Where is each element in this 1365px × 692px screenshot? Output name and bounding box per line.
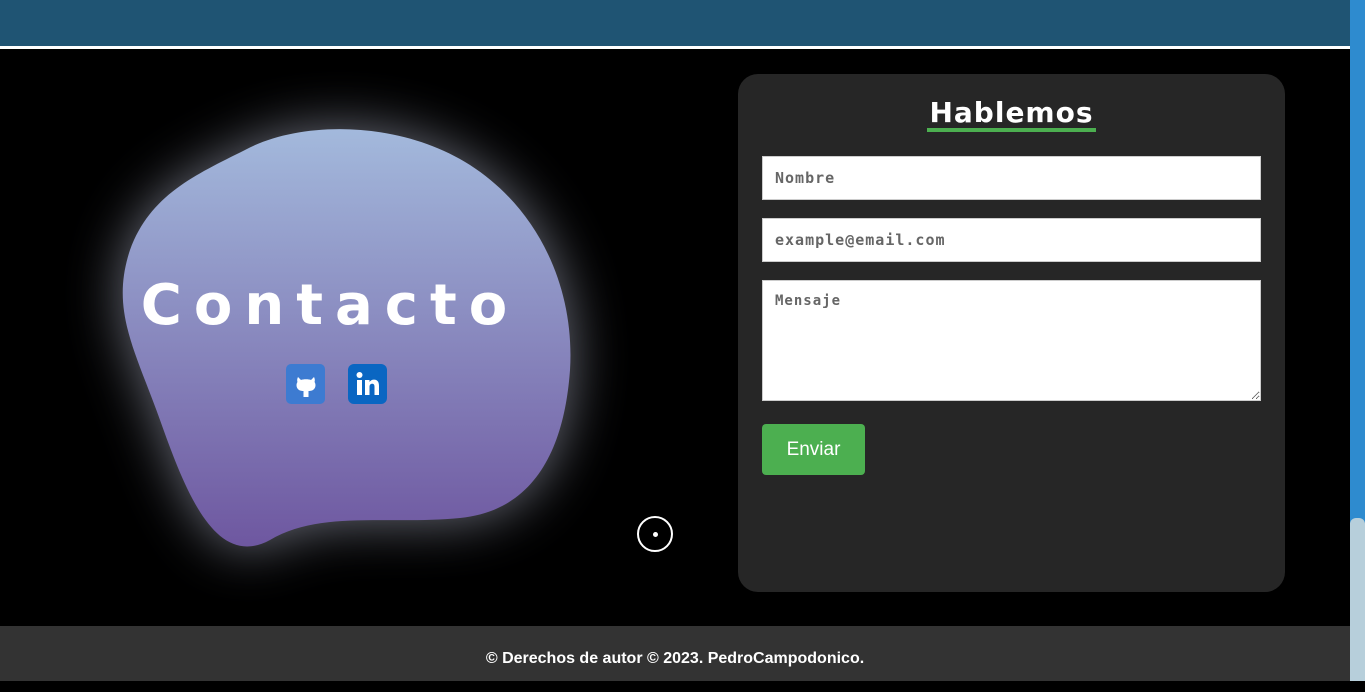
linkedin-icon bbox=[356, 372, 379, 395]
github-icon bbox=[296, 377, 315, 397]
form-title: Hablemos bbox=[927, 98, 1096, 132]
linkedin-link[interactable] bbox=[348, 364, 387, 404]
github-link[interactable] bbox=[286, 364, 325, 404]
top-nav-bar bbox=[0, 0, 1350, 49]
form-title-wrap: Hablemos bbox=[738, 98, 1285, 132]
copyright-text: © Derechos de autor © 2023. PedroCampodo… bbox=[485, 650, 865, 667]
contact-title: Contacto bbox=[140, 273, 520, 338]
send-button[interactable]: Enviar bbox=[762, 424, 865, 475]
footer: © Derechos de autor © 2023. PedroCampodo… bbox=[0, 626, 1350, 681]
contact-form-card: Hablemos Enviar bbox=[738, 74, 1285, 592]
message-field[interactable] bbox=[762, 280, 1261, 401]
name-field[interactable] bbox=[762, 156, 1261, 200]
scrollbar-thumb[interactable] bbox=[1350, 518, 1365, 681]
social-links bbox=[286, 364, 387, 404]
cursor-dot bbox=[653, 532, 658, 537]
email-field[interactable] bbox=[762, 218, 1261, 262]
custom-cursor-icon bbox=[637, 516, 673, 552]
